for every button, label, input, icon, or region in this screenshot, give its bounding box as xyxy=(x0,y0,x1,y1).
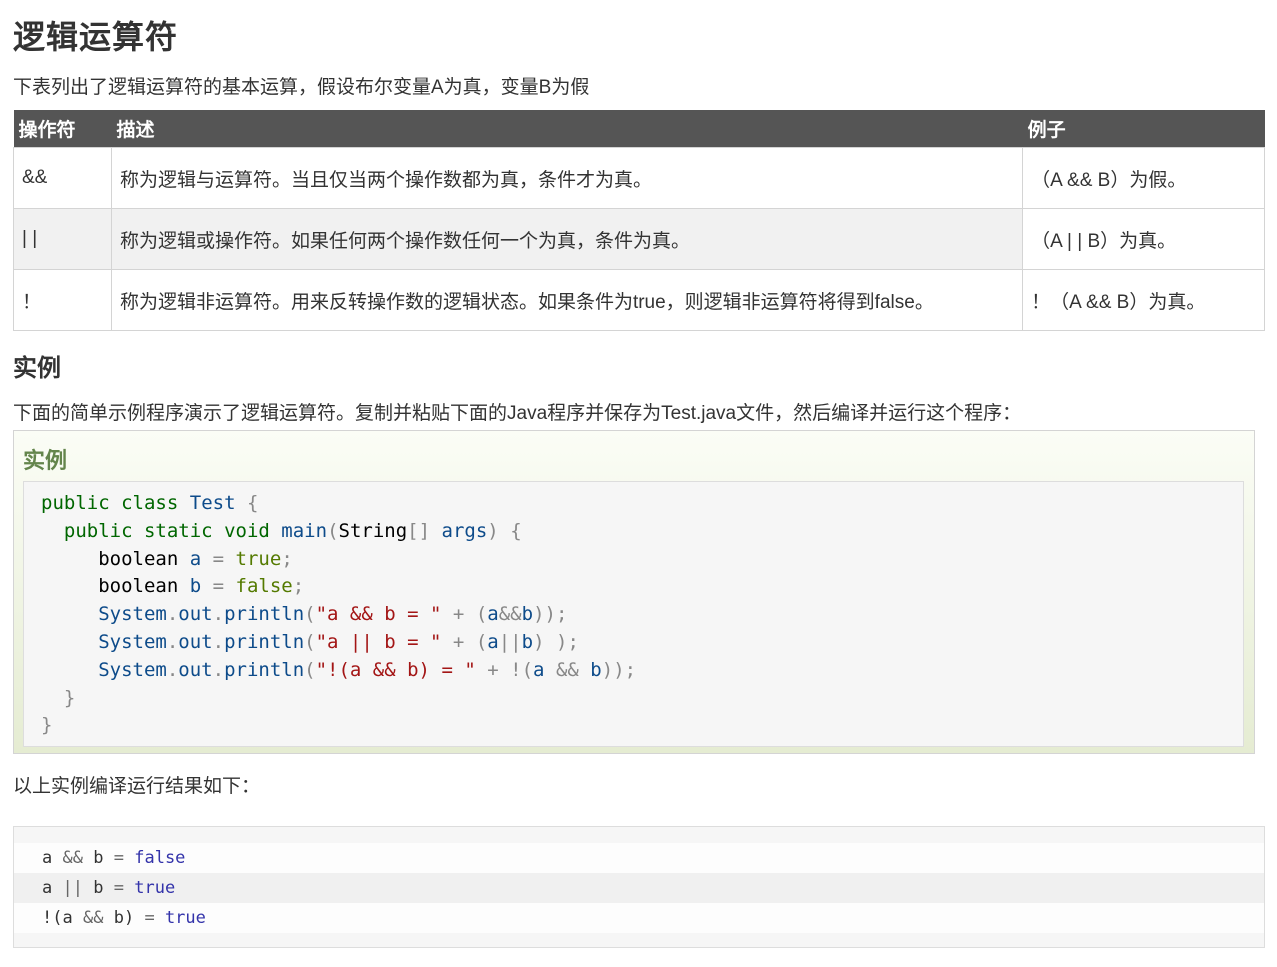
code-line: System.out.println("!(a && b) = " + !(a … xyxy=(98,658,637,681)
code-line: boolean a = true; xyxy=(98,547,293,570)
code-line: } xyxy=(41,714,53,737)
table-row: ！ 称为逻辑非运算符。用来反转操作数的逻辑状态。如果条件为true，则逻辑非运算… xyxy=(13,269,1265,331)
section-description: 下面的简单示例程序演示了逻辑运算符。复制并粘贴下面的Java程序并保存为Test… xyxy=(13,403,1022,424)
cell-description: 称为逻辑或操作符。如果任何两个操作数任何一个为真，条件为真。 xyxy=(110,208,1024,270)
cell-description: 称为逻辑与运算符。当且仅当两个操作数都为真，条件才为真。 xyxy=(110,147,1024,209)
intro-text: 下表列出了逻辑运算符的基本运算，假设布尔变量A为真，变量B为假 xyxy=(13,77,590,98)
cell-operator: ！ xyxy=(13,269,112,331)
header-description: 描述 xyxy=(111,110,1023,148)
table-row: | | 称为逻辑或操作符。如果任何两个操作数任何一个为真，条件为真。 （A | … xyxy=(13,208,1265,270)
section-title: 实例 xyxy=(13,355,61,382)
header-operator: 操作符 xyxy=(13,110,112,148)
output-line: !(a && b) = true xyxy=(14,903,1264,933)
table-row: && 称为逻辑与运算符。当且仅当两个操作数都为真，条件才为真。 （A && B）… xyxy=(13,147,1265,209)
code-line: public static void main(String[] args) { xyxy=(63,519,522,542)
cell-operator: && xyxy=(13,147,112,209)
output-line: a && b = false xyxy=(14,843,1264,873)
cell-example: ！（A && B）为真。 xyxy=(1022,269,1265,331)
example-title: 实例 xyxy=(23,448,68,473)
code-block[interactable]: public class Test { public static void m… xyxy=(23,481,1244,747)
example-box: 实例 public class Test { public static voi… xyxy=(13,430,1255,754)
cell-operator: | | xyxy=(13,208,112,270)
code-line: } xyxy=(63,686,76,709)
output-line: a || b = true xyxy=(14,873,1264,903)
cell-description: 称为逻辑非运算符。用来反转操作数的逻辑状态。如果条件为true，则逻辑非运算符将… xyxy=(110,269,1024,331)
code-line: System.out.println("a && b = " + (a&&b))… xyxy=(98,603,568,626)
header-example: 例子 xyxy=(1022,110,1265,148)
table-header-row: 操作符 描述 例子 xyxy=(13,110,1265,148)
result-intro: 以上实例编译运行结果如下： xyxy=(13,776,261,797)
code-line: public class Test { xyxy=(41,492,259,514)
code-line: boolean b = false; xyxy=(98,575,305,598)
output-block[interactable]: a && b = false a || b = true !(a && b) = t… xyxy=(13,826,1265,948)
cell-example: （A | | B）为真。 xyxy=(1022,208,1265,270)
cell-example: （A && B）为假。 xyxy=(1022,147,1265,209)
code-line: System.out.println("a || b = " + (a||b) … xyxy=(98,630,579,653)
page-title: 逻辑运算符 xyxy=(13,19,179,55)
operators-table: 操作符 描述 例子 && 称为逻辑与运算符。当且仅当两个操作数都为真，条件才为真… xyxy=(13,110,1265,331)
